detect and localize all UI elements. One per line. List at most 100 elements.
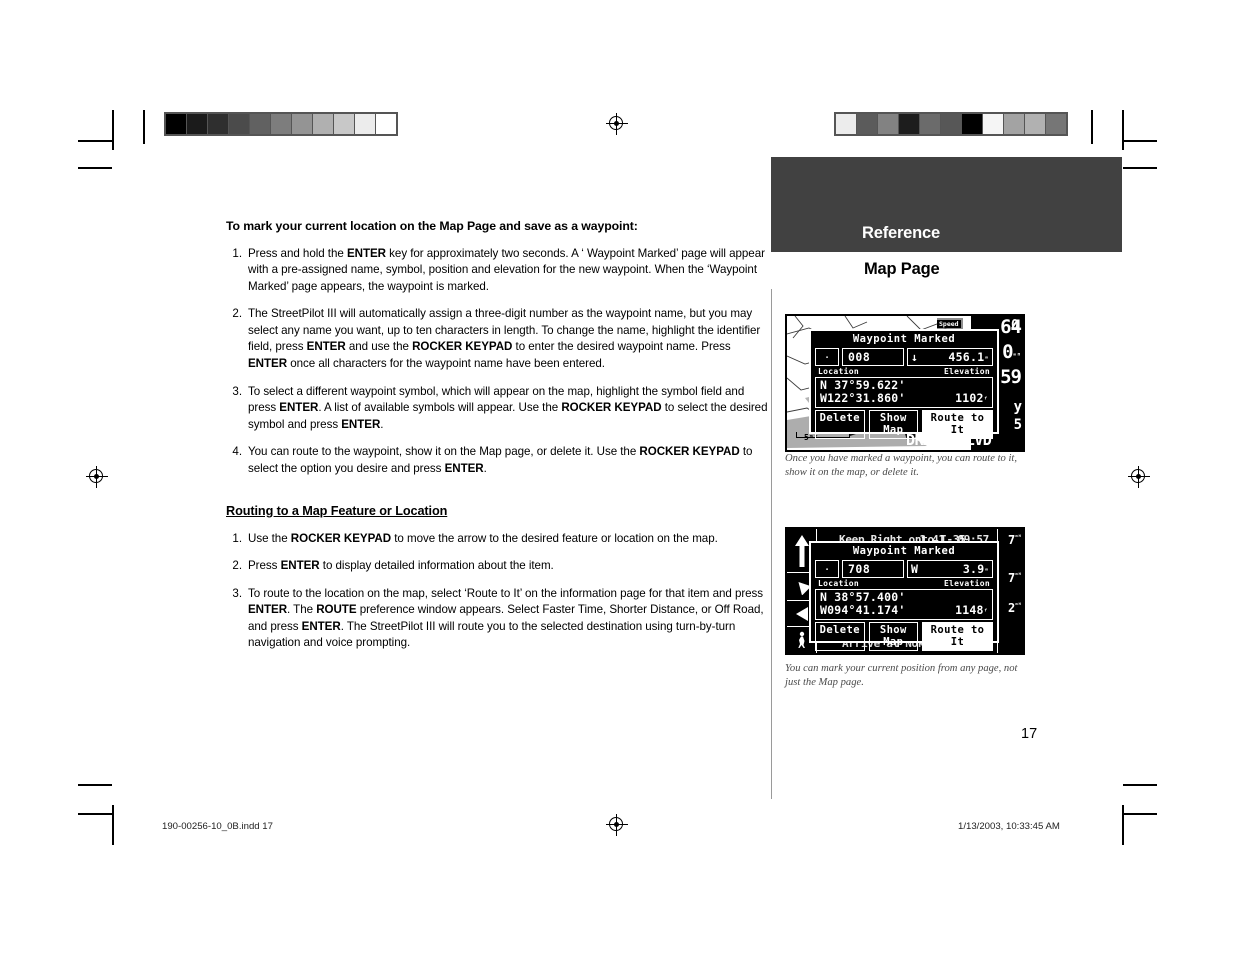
distance-value: 456.1ᵐ — [948, 350, 989, 364]
waypoint-name-field[interactable]: 008 — [842, 348, 904, 366]
waypoint-marked-dialog: Waypoint Marked · 008 ↓ 456.1ᵐ Location … — [809, 329, 999, 439]
crop-mark-tl2-v — [143, 110, 145, 144]
list-item-text: Press and hold the ENTER key for approxi… — [248, 246, 765, 293]
data-field-4: y — [1013, 399, 1023, 415]
list-item-number: 4. — [232, 445, 242, 459]
steps-list-mark-waypoint: 1. Press and hold the ENTER key for appro… — [226, 246, 772, 478]
latitude-value-2: N 38°57.400' — [820, 590, 906, 604]
delete-button-2[interactable]: Delete — [815, 621, 865, 651]
list-item-text: You can route to the waypoint, show it o… — [248, 445, 753, 475]
list-item-number: 2. — [232, 307, 242, 321]
color-patch — [857, 114, 877, 134]
nav-data-3: 2ᵐᴴ — [1008, 601, 1021, 615]
step-wedge-patch — [292, 114, 312, 134]
step-wedge-patch — [334, 114, 354, 134]
list-item-text: The StreetPilot III will automatically a… — [248, 307, 761, 371]
step-wedge-patch — [166, 114, 186, 134]
step-wedge-patch — [355, 114, 375, 134]
delete-button[interactable]: Delete — [815, 409, 865, 439]
step-wedge-patch — [271, 114, 291, 134]
crop-mark-br2-h — [1123, 784, 1157, 786]
color-patch — [1025, 114, 1045, 134]
list-item-number: 3. — [232, 586, 242, 600]
list-item: 3. To select a different waypoint symbol,… — [226, 384, 772, 434]
elevation-label: Elevation — [943, 367, 990, 376]
latitude-value: N 37°59.622' — [820, 378, 906, 392]
steps-list-routing: 1. Use the ROCKER KEYPAD to move the arro… — [226, 531, 772, 652]
longitude-value-2: W094°41.174' — [820, 602, 906, 617]
page-number: 17 — [1021, 726, 1038, 742]
route-to-it-button[interactable]: Route to It — [922, 409, 993, 439]
color-patch-bar — [834, 112, 1068, 136]
waypoint-symbol-field-2[interactable]: · — [815, 560, 839, 578]
color-patch — [836, 114, 856, 134]
data-field-2: 0ᵐᴴ — [1002, 341, 1021, 363]
color-patch — [1004, 114, 1024, 134]
crop-mark-tr2-v — [1091, 110, 1093, 144]
elevation-value-2: 1148ᶠ — [955, 602, 988, 617]
dialog-name-row: · 008 ↓ 456.1ᵐ — [811, 348, 997, 366]
show-map-button[interactable]: Show Map — [868, 409, 919, 439]
location-label-2: Location — [818, 579, 859, 588]
waypoint-coordinates: N 37°59.622' W122°31.860' — [820, 379, 905, 405]
figure-caption-1: Once you have marked a waypoint, you can… — [785, 453, 1018, 479]
waypoint-marked-dialog-2: Waypoint Marked · 708 W 3.9ᵐ Location El… — [809, 541, 999, 651]
step-wedge-patch — [187, 114, 207, 134]
section-title: Map Page — [864, 260, 940, 278]
crop-mark-tr-h — [1123, 140, 1157, 142]
figure-caption-2: You can mark your current position from … — [785, 663, 1018, 689]
nav-data-column: 7ᵐᴴ 7ᵐᴴ 2ᵐᴴ — [997, 529, 1023, 653]
show-map-button-2[interactable]: Show Map — [868, 621, 919, 651]
crop-mark-tl-h — [78, 140, 112, 142]
crop-mark-bl-h — [78, 813, 112, 815]
waypoint-symbol-field[interactable]: · — [815, 348, 839, 366]
color-patch — [941, 114, 961, 134]
column-divider-rule — [771, 289, 772, 799]
dialog-title-2: Waypoint Marked — [852, 545, 956, 557]
route-to-it-button-2[interactable]: Route to It — [922, 621, 993, 651]
crop-mark-br-h — [1123, 813, 1157, 815]
list-item: 2. Press ENTER to display detailed inform… — [226, 558, 772, 575]
data-field-5: 5 — [1013, 417, 1023, 433]
reference-band-label: Reference — [862, 224, 940, 242]
crop-mark-br-v — [1122, 805, 1124, 845]
reference-band: Reference — [771, 157, 1122, 252]
registration-mark-bottom — [606, 814, 628, 836]
step-wedge-patch — [229, 114, 249, 134]
list-item-number: 1. — [232, 531, 242, 545]
waypoint-name-field-2[interactable]: 708 — [842, 560, 904, 578]
dialog-name-row-2: · 708 W 3.9ᵐ — [811, 560, 997, 578]
list-item: 1. Press and hold the ENTER key for appro… — [226, 246, 772, 296]
nav-data-2: 7ᵐᴴ — [1008, 571, 1021, 585]
step-wedge-patch — [313, 114, 333, 134]
crop-mark-tr2-h — [1123, 167, 1157, 169]
list-item-text: Use the ROCKER KEYPAD to move the arrow … — [248, 531, 718, 545]
step-wedge-patch — [250, 114, 270, 134]
dialog-title: Waypoint Marked — [852, 333, 956, 345]
registration-mark-top — [606, 113, 628, 135]
waypoint-distance-field: ↓ 456.1ᵐ — [907, 348, 993, 366]
list-item: 3. To route to the location on the map, s… — [226, 586, 772, 652]
distance-arrow-icon: ↓ — [911, 350, 919, 364]
speed-label: Speed — [937, 320, 961, 328]
dialog-buttons: Delete Show Map Route to It — [811, 408, 997, 442]
step-wedge-patch — [208, 114, 228, 134]
crop-mark-tl2-h — [78, 167, 112, 169]
speed-decimal: 0 — [1011, 318, 1019, 333]
grayscale-step-wedge — [164, 112, 398, 136]
subsection-heading: Routing to a Map Feature or Location — [226, 503, 448, 518]
crop-mark-bl2-h — [78, 784, 112, 786]
footer-timestamp: 1/13/2003, 10:33:45 AM — [958, 821, 1060, 832]
waypoint-coordinates-2: N 38°57.400' W094°41.174' — [820, 591, 905, 617]
gps-screenshot-nav-page: Keep Right onto I-35 ... 1.41 09:57 7ᵐᴴ … — [785, 527, 1025, 655]
nav-data-1: 7ᵐᴴ — [1008, 533, 1021, 547]
registration-mark-left — [86, 466, 108, 488]
direction-value: W — [911, 562, 919, 576]
color-patch — [920, 114, 940, 134]
list-item-number: 1. — [232, 246, 242, 260]
elevation-value: 1102ᶠ — [955, 390, 988, 405]
color-patch — [983, 114, 1003, 134]
color-patch — [878, 114, 898, 134]
crop-mark-tl-v — [112, 110, 114, 150]
color-patch — [899, 114, 919, 134]
